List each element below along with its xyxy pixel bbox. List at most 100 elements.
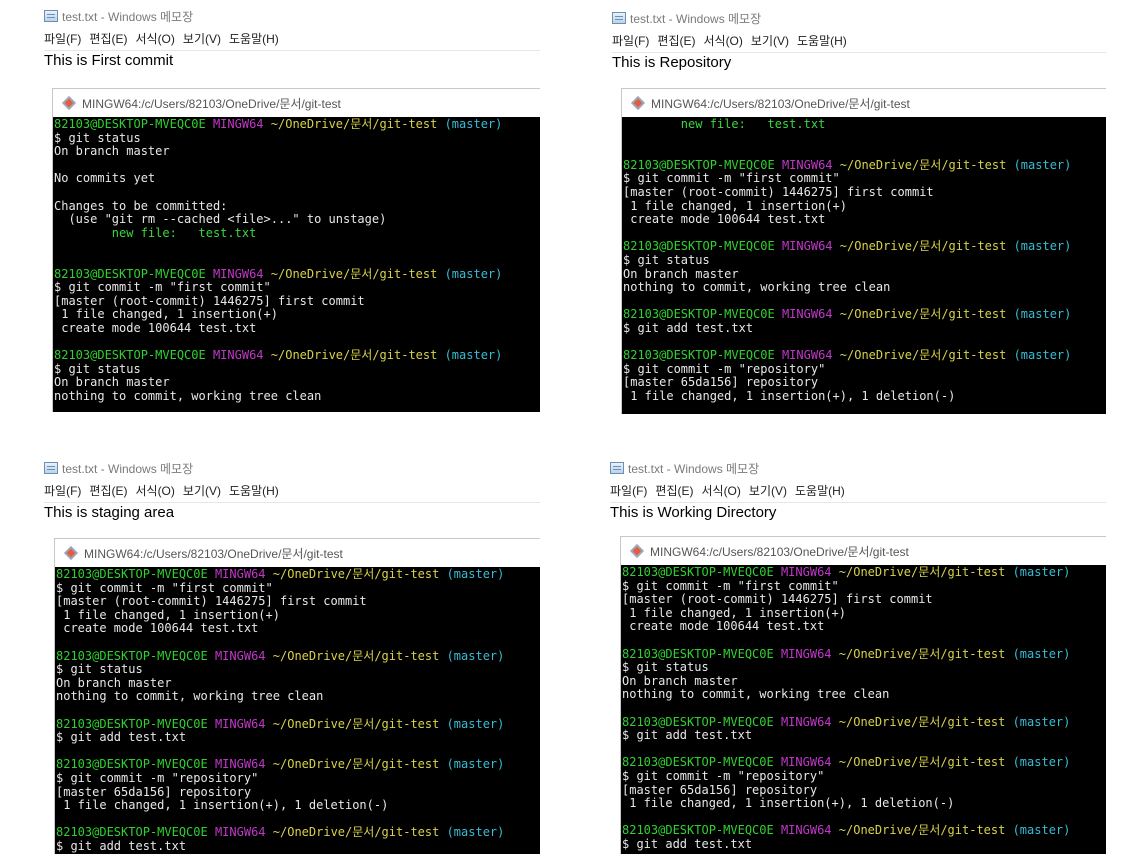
notepad-text[interactable]: This is First commit <box>44 52 173 69</box>
output-line: 1 file changed, 1 insertion(+) <box>623 198 847 213</box>
prompt-path: ~/OneDrive/문서/git-test <box>838 823 1006 838</box>
terminal-output[interactable]: 82103@DESKTOP-MVEQC0E MINGW64 ~/OneDrive… <box>54 117 540 412</box>
prompt-path: ~/OneDrive/문서/git-test <box>270 266 438 281</box>
notepad-icon <box>44 10 58 22</box>
notepad-menu-bar: 파일(F) 편집(E) 서식(O) 보기(V) 도움말(H) <box>612 30 855 50</box>
menu-view[interactable]: 보기(V) <box>751 32 789 49</box>
notepad-title-bar: test.txt - Windows 메모장 <box>44 6 193 26</box>
menu-file[interactable]: 파일(F) <box>44 30 81 47</box>
notepad-title: test.txt - Windows 메모장 <box>62 9 194 24</box>
menu-help[interactable]: 도움말(H) <box>797 32 847 49</box>
output-line: On branch master <box>622 673 738 688</box>
output-line: $ git commit -m "first commit" <box>623 171 840 186</box>
menu-help[interactable]: 도움말(H) <box>795 482 845 499</box>
notepad-menu-bar: 파일(F) 편집(E) 서식(O) 보기(V) 도움말(H) <box>44 480 287 500</box>
prompt-branch: (master) <box>444 348 503 363</box>
prompt-env: MINGW64 <box>214 757 266 772</box>
notepad-divider <box>612 52 1106 53</box>
prompt-line: 82103@DESKTOP-MVEQC0E MINGW64 ~/OneDrive… <box>622 823 1106 838</box>
prompt-env: MINGW64 <box>780 755 832 770</box>
prompt-path: ~/OneDrive/문서/git-test <box>272 825 440 840</box>
output-line: (use "git rm --cached <file>..." to unst… <box>54 212 387 227</box>
notepad-text[interactable]: This is Working Directory <box>610 504 776 521</box>
prompt-line: 82103@DESKTOP-MVEQC0E MINGW64 ~/OneDrive… <box>54 348 540 363</box>
menu-help[interactable]: 도움말(H) <box>229 482 279 499</box>
terminal-output[interactable]: new file: test.txt 82103@DESKTOP-MVEQC0E… <box>623 117 1106 414</box>
prompt-user: 82103@DESKTOP-MVEQC0E <box>623 307 775 322</box>
output-line: $ git add test.txt <box>622 836 753 851</box>
notepad-text[interactable]: This is Repository <box>612 54 731 71</box>
prompt-user: 82103@DESKTOP-MVEQC0E <box>56 825 208 840</box>
git-bash-window[interactable]: MINGW64:/c/Users/82103/OneDrive/문서/git-t… <box>54 538 540 854</box>
prompt-env: MINGW64 <box>780 714 832 729</box>
prompt-env: MINGW64 <box>214 825 266 840</box>
prompt-env: MINGW64 <box>212 348 264 363</box>
output-line: On branch master <box>54 375 170 390</box>
menu-edit[interactable]: 편집(E) <box>89 482 127 499</box>
menu-format[interactable]: 서식(O) <box>135 482 174 499</box>
prompt-line: 82103@DESKTOP-MVEQC0E MINGW64 ~/OneDrive… <box>623 348 1106 363</box>
menu-edit[interactable]: 편집(E) <box>657 32 695 49</box>
menu-view[interactable]: 보기(V) <box>183 30 221 47</box>
menu-edit[interactable]: 편집(E) <box>655 482 693 499</box>
prompt-path: ~/OneDrive/문서/git-test <box>839 348 1007 363</box>
prompt-branch: (master) <box>446 716 505 731</box>
terminal-title: MINGW64:/c/Users/82103/OneDrive/문서/git-t… <box>650 544 909 559</box>
output-line: [master (root-commit) 1446275] first com… <box>623 184 934 199</box>
menu-view[interactable]: 보기(V) <box>183 482 221 499</box>
output-line: Changes to be committed: <box>54 198 228 213</box>
output-line: nothing to commit, working tree clean <box>56 689 324 704</box>
menu-file[interactable]: 파일(F) <box>44 482 81 499</box>
terminal-title-bar[interactable]: MINGW64:/c/Users/82103/OneDrive/문서/git-t… <box>55 539 540 567</box>
prompt-user: 82103@DESKTOP-MVEQC0E <box>622 755 774 770</box>
output-line: No commits yet <box>54 171 156 186</box>
terminal-title-bar[interactable]: MINGW64:/c/Users/82103/OneDrive/문서/git-t… <box>53 89 540 117</box>
prompt-line: 82103@DESKTOP-MVEQC0E MINGW64 ~/OneDrive… <box>56 649 540 664</box>
prompt-branch: (master) <box>1012 823 1071 838</box>
prompt-line: 82103@DESKTOP-MVEQC0E MINGW64 ~/OneDrive… <box>622 756 1106 770</box>
git-bash-icon <box>630 95 646 111</box>
prompt-path: ~/OneDrive/문서/git-test <box>838 714 1006 729</box>
terminal-title: MINGW64:/c/Users/82103/OneDrive/문서/git-t… <box>651 96 910 111</box>
menu-format[interactable]: 서식(O) <box>135 30 174 47</box>
prompt-path: ~/OneDrive/문서/git-test <box>839 157 1007 172</box>
prompt-branch: (master) <box>446 567 505 581</box>
notepad-icon <box>44 462 58 474</box>
prompt-path: ~/OneDrive/문서/git-test <box>838 755 1006 770</box>
notepad-text[interactable]: This is staging area <box>44 504 174 521</box>
git-bash-window[interactable]: MINGW64:/c/Users/82103/OneDrive/문서/git-t… <box>52 88 540 412</box>
menu-help[interactable]: 도움말(H) <box>229 30 279 47</box>
terminal-title: MINGW64:/c/Users/82103/OneDrive/문서/git-t… <box>82 96 341 111</box>
prompt-user: 82103@DESKTOP-MVEQC0E <box>623 157 775 172</box>
menu-format[interactable]: 서식(O) <box>701 482 740 499</box>
prompt-line: 82103@DESKTOP-MVEQC0E MINGW64 ~/OneDrive… <box>622 714 1106 730</box>
git-bash-window[interactable]: MINGW64:/c/Users/82103/OneDrive/문서/git-t… <box>620 536 1106 854</box>
prompt-user: 82103@DESKTOP-MVEQC0E <box>622 714 774 729</box>
notepad-menu-bar: 파일(F) 편집(E) 서식(O) 보기(V) 도움말(H) <box>44 28 287 48</box>
prompt-branch: (master) <box>1012 755 1071 770</box>
menu-edit[interactable]: 편집(E) <box>89 30 127 47</box>
output-line: 1 file changed, 1 insertion(+) <box>622 605 846 620</box>
menu-file[interactable]: 파일(F) <box>610 482 647 499</box>
menu-file[interactable]: 파일(F) <box>612 32 649 49</box>
output-line: $ git status <box>622 660 709 675</box>
terminal-output[interactable]: 82103@DESKTOP-MVEQC0E MINGW64 ~/OneDrive… <box>622 565 1106 854</box>
git-bash-icon <box>61 95 77 111</box>
git-bash-window[interactable]: MINGW64:/c/Users/82103/OneDrive/문서/git-t… <box>621 88 1106 414</box>
notepad-title-bar: test.txt - Windows 메모장 <box>610 458 759 478</box>
prompt-user: 82103@DESKTOP-MVEQC0E <box>54 117 206 131</box>
notepad-icon <box>610 462 624 474</box>
terminal-title-bar[interactable]: MINGW64:/c/Users/82103/OneDrive/문서/git-t… <box>621 537 1106 565</box>
prompt-line: 82103@DESKTOP-MVEQC0E MINGW64 ~/OneDrive… <box>623 308 1106 322</box>
terminal-output[interactable]: 82103@DESKTOP-MVEQC0E MINGW64 ~/OneDrive… <box>56 567 540 854</box>
prompt-branch: (master) <box>446 825 505 840</box>
output-line-staged: new file: test.txt <box>54 226 540 241</box>
terminal-title-bar[interactable]: MINGW64:/c/Users/82103/OneDrive/문서/git-t… <box>622 89 1106 117</box>
menu-format[interactable]: 서식(O) <box>703 32 742 49</box>
output-line: $ git commit -m "first commit" <box>622 578 839 593</box>
menu-view[interactable]: 보기(V) <box>749 482 787 499</box>
